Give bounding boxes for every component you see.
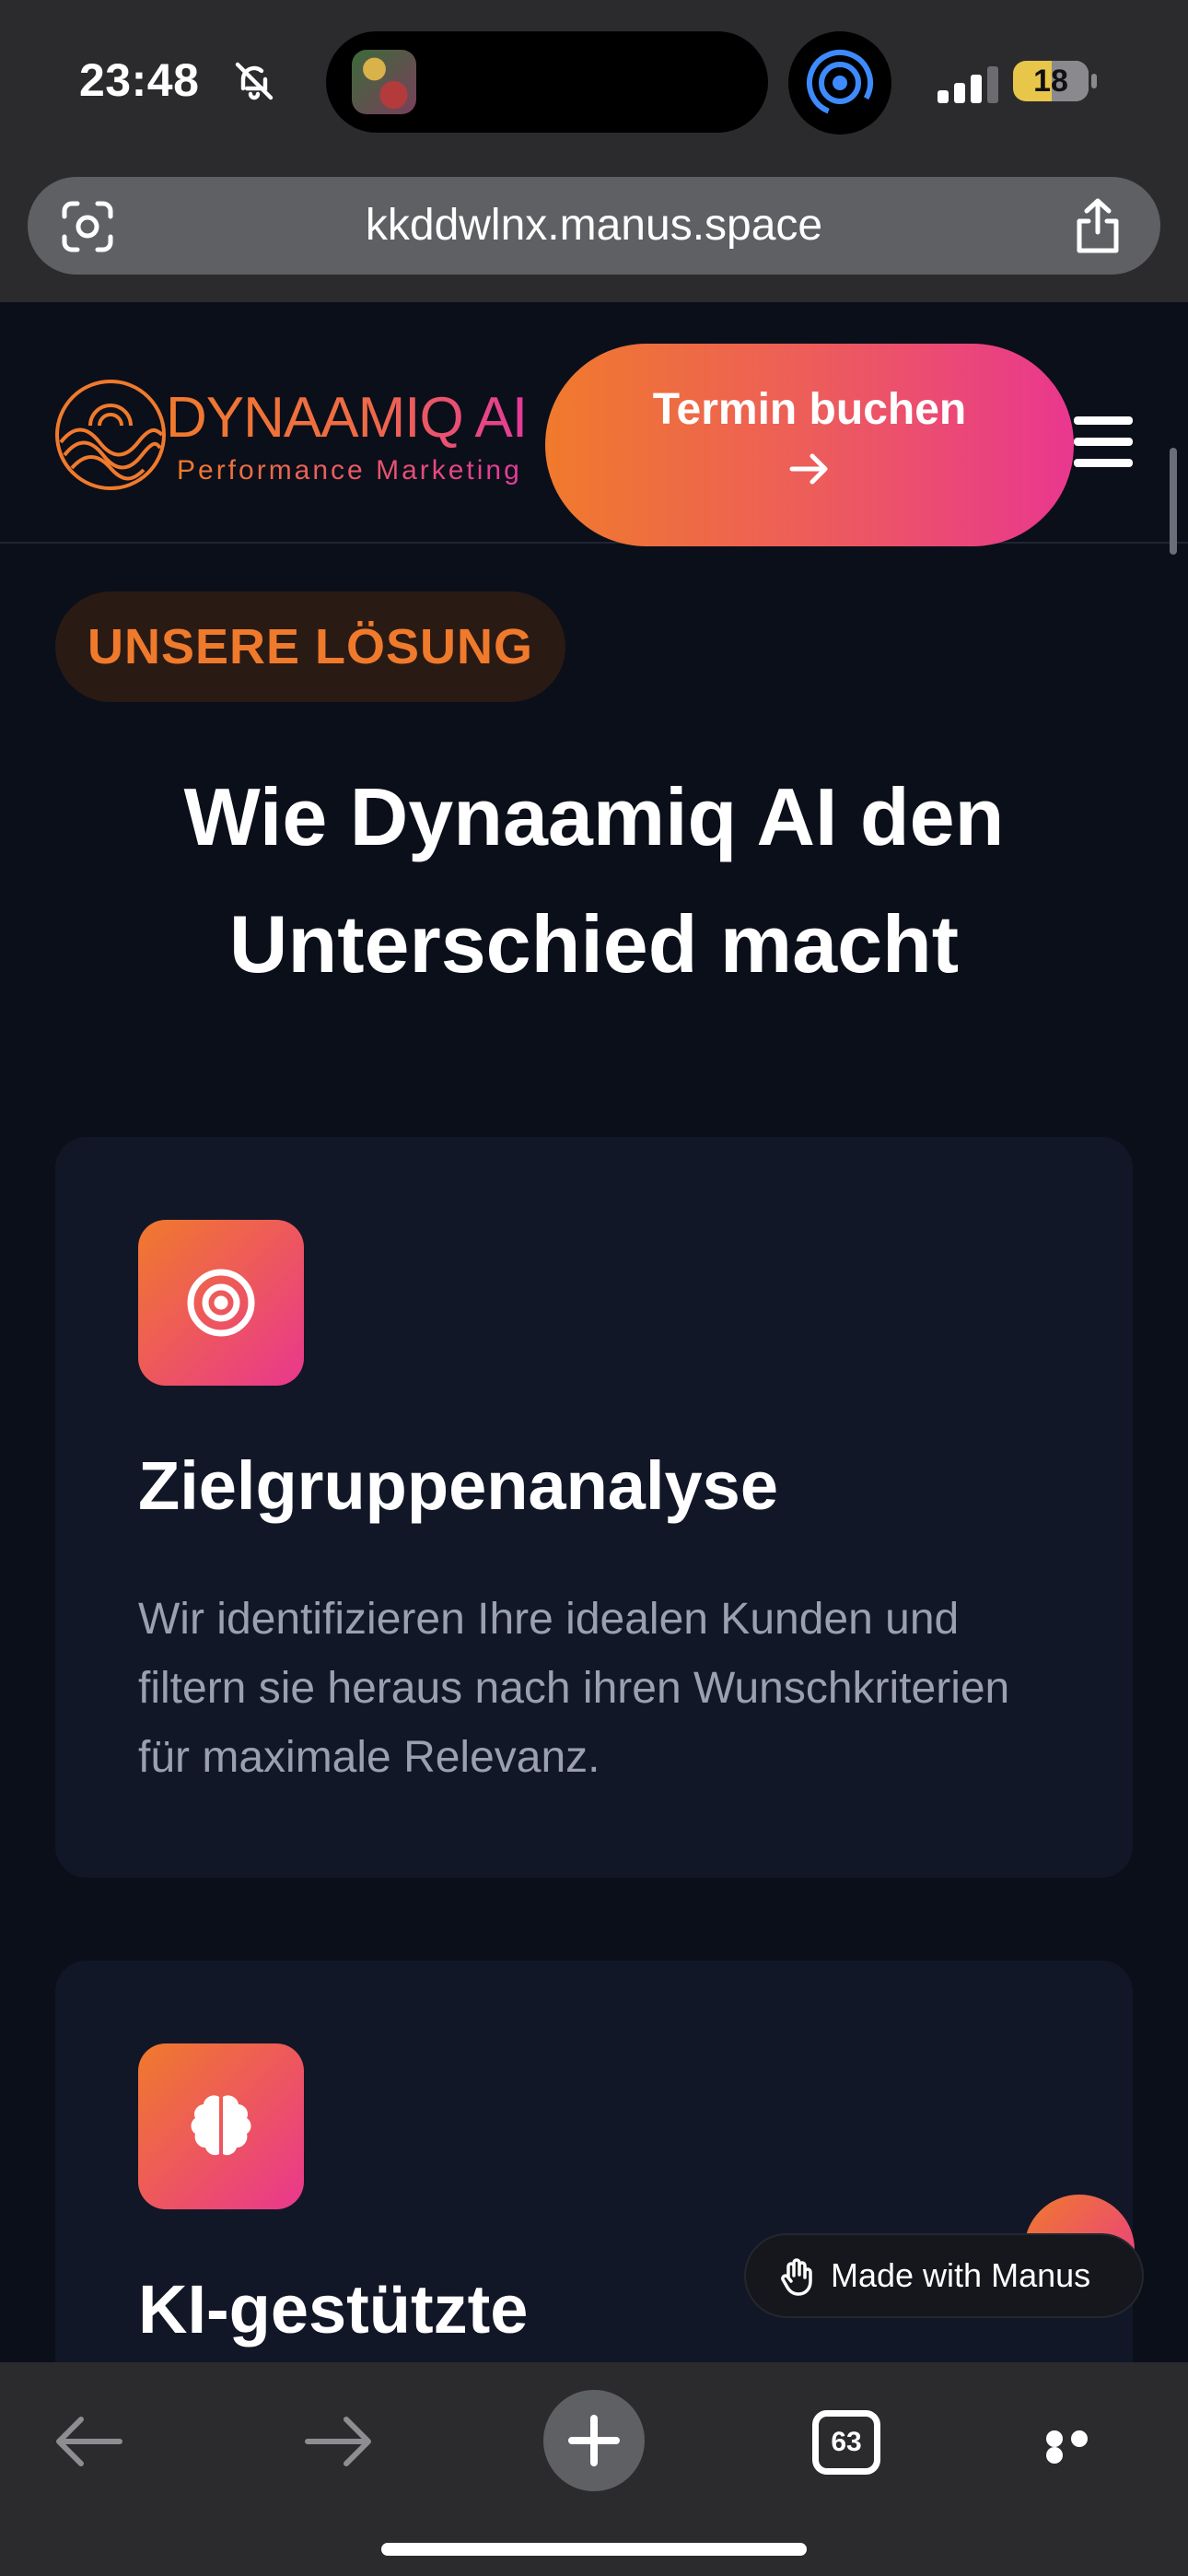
site-header: DYNAAMIQ AI Performance Marketing Termin… xyxy=(0,302,1188,546)
back-arrow-icon[interactable] xyxy=(53,2414,123,2469)
url-text[interactable]: kkddwlnx.manus.space xyxy=(28,177,1160,275)
share-icon[interactable] xyxy=(1072,197,1124,254)
google-lens-icon[interactable] xyxy=(61,200,114,253)
tab-switcher-button[interactable]: 63 xyxy=(812,2410,880,2475)
cellular-signal-icon xyxy=(938,66,998,103)
section-headline: Wie Dynaamiq AI den Unterschied macht xyxy=(183,771,1005,989)
forward-arrow-icon[interactable] xyxy=(304,2414,374,2469)
battery-indicator: 18 xyxy=(1013,61,1089,101)
page-scrollbar[interactable] xyxy=(1170,448,1177,555)
address-bar[interactable]: kkddwlnx.manus.space xyxy=(28,177,1160,275)
home-indicator[interactable] xyxy=(381,2543,807,2556)
made-with-manus-badge[interactable]: Made with Manus xyxy=(744,2233,1144,2318)
browser-toolbar: 63 xyxy=(0,2362,1188,2576)
feature-description: Wir identifizieren Ihre idealen Kunden u… xyxy=(138,1595,1010,1782)
section-badge: UNSERE LÖSUNG xyxy=(55,591,565,702)
cta-label: Termin buchen xyxy=(652,385,967,434)
airdrop-icon[interactable] xyxy=(788,31,891,135)
now-playing-thumbnail[interactable] xyxy=(352,50,416,114)
bell-muted-icon xyxy=(235,62,274,100)
logo-waves-icon xyxy=(55,380,166,490)
battery-level: 18 xyxy=(1033,64,1068,99)
plus-icon xyxy=(568,2415,620,2466)
feature-title: KI-gestützte xyxy=(138,2271,529,2348)
target-icon xyxy=(138,1220,304,1386)
arrow-right-icon xyxy=(789,453,828,485)
browser-address-area: kkddwlnx.manus.space xyxy=(0,166,1188,302)
brain-icon xyxy=(138,2043,304,2209)
dynamic-island[interactable] xyxy=(326,31,768,133)
feature-title: Zielgruppenanalyse xyxy=(138,1447,778,1524)
hamburger-menu-icon[interactable] xyxy=(1074,416,1133,468)
logo-tagline: Performance Marketing xyxy=(177,455,522,486)
brand-logo[interactable]: DYNAAMIQ AI Performance Marketing xyxy=(53,378,551,490)
more-options-icon[interactable] xyxy=(1046,2430,1112,2464)
logo-name: DYNAAMIQ AI xyxy=(166,386,528,450)
feature-card: Zielgruppenanalyse Wir identifizieren Ih… xyxy=(55,1137,1133,1878)
status-time: 23:48 xyxy=(79,54,200,106)
manus-hand-icon xyxy=(781,2258,812,2296)
made-with-manus-label: Made with Manus xyxy=(831,2256,1091,2294)
book-appointment-button[interactable]: Termin buchen xyxy=(545,344,1074,546)
new-tab-button[interactable] xyxy=(543,2390,645,2491)
status-bar: 23:48 18 xyxy=(0,0,1188,166)
